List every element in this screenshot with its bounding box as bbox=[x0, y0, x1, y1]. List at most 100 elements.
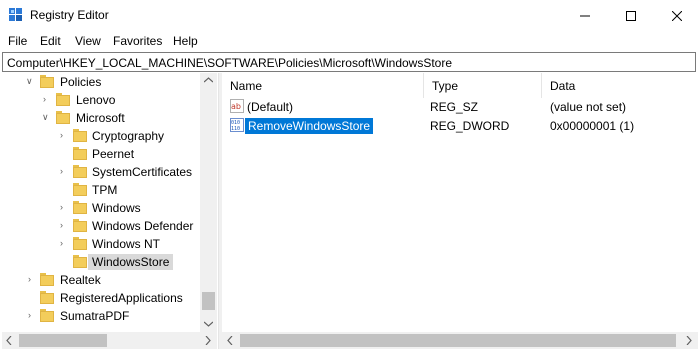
minimize-icon bbox=[580, 15, 590, 16]
folder-icon bbox=[73, 255, 87, 269]
column-label: Data bbox=[550, 79, 576, 93]
tree-item-microsoft[interactable]: ∨ Microsoft bbox=[2, 109, 202, 127]
value-name: (Default) bbox=[247, 100, 294, 114]
scrollbar-thumb[interactable] bbox=[19, 334, 107, 347]
tree-item-systemcertificates[interactable]: › SystemCertificates bbox=[2, 163, 202, 181]
tree-item-label: TPM bbox=[92, 183, 118, 197]
column-header-name[interactable]: Name bbox=[222, 73, 424, 98]
key-tree: ∨ Policies › Lenovo ∨ Microsoft › Crypto… bbox=[2, 73, 219, 349]
address-path: Computer\HKEY_LOCAL_MACHINE\SOFTWARE\Pol… bbox=[7, 56, 453, 70]
menu-file[interactable]: File bbox=[8, 34, 27, 48]
tree-item-windowsstore[interactable]: WindowsStore bbox=[2, 253, 202, 271]
value-type: REG_SZ bbox=[430, 100, 479, 114]
tree-item-label: Windows Defender bbox=[92, 219, 194, 233]
folder-icon bbox=[73, 219, 87, 233]
title-bar: Registry Editor bbox=[0, 0, 700, 31]
close-icon bbox=[672, 10, 682, 21]
tree-horizontal-scrollbar[interactable] bbox=[2, 332, 217, 349]
list-horizontal-scrollbar[interactable] bbox=[222, 332, 698, 349]
string-value-icon: ab bbox=[230, 99, 244, 113]
tree-item-peernet[interactable]: Peernet bbox=[2, 145, 202, 163]
tree-item-windows-nt[interactable]: › Windows NT bbox=[2, 235, 202, 253]
chevron-right-icon[interactable]: › bbox=[60, 130, 63, 140]
minimize-button[interactable] bbox=[562, 0, 608, 31]
folder-icon bbox=[40, 309, 54, 323]
column-label: Name bbox=[230, 79, 263, 93]
value-data: (value not set) bbox=[550, 100, 627, 114]
scroll-left-icon[interactable] bbox=[227, 336, 233, 345]
tree-item-registeredapplications[interactable]: RegisteredApplications bbox=[2, 289, 202, 307]
folder-icon bbox=[56, 93, 70, 107]
chevron-right-icon[interactable]: › bbox=[60, 220, 63, 230]
menu-edit[interactable]: Edit bbox=[40, 34, 61, 48]
folder-icon bbox=[73, 201, 87, 215]
tree-item-label: Peernet bbox=[92, 147, 135, 161]
tree-item-label: Policies bbox=[60, 75, 102, 89]
folder-icon bbox=[73, 183, 87, 197]
column-header-data[interactable]: Data bbox=[542, 73, 698, 98]
scroll-left-icon[interactable] bbox=[6, 336, 12, 345]
chevron-right-icon[interactable]: › bbox=[60, 202, 63, 212]
menu-help[interactable]: Help bbox=[173, 34, 198, 48]
folder-icon bbox=[73, 147, 87, 161]
window-title: Registry Editor bbox=[30, 8, 109, 22]
scrollbar-thumb[interactable] bbox=[202, 292, 215, 310]
tree-item-label: Cryptography bbox=[92, 129, 165, 143]
chevron-right-icon[interactable]: › bbox=[43, 94, 46, 104]
svg-text:110: 110 bbox=[231, 126, 240, 132]
scroll-up-icon[interactable] bbox=[204, 77, 213, 83]
value-row[interactable]: ab (Default) REG_SZ (value not set) bbox=[222, 98, 698, 116]
folder-icon bbox=[56, 111, 70, 125]
value-data: 0x00000001 (1) bbox=[550, 119, 635, 133]
value-name: RemoveWindowsStore bbox=[245, 118, 374, 134]
registry-editor-icon bbox=[9, 8, 22, 21]
menu-bar: File Edit View Favorites Help bbox=[0, 31, 700, 51]
tree-item-label: Lenovo bbox=[76, 93, 116, 107]
scroll-right-icon[interactable] bbox=[686, 336, 692, 345]
chevron-right-icon[interactable]: › bbox=[60, 238, 63, 248]
maximize-icon bbox=[626, 10, 636, 21]
value-row[interactable]: 010 110 RemoveWindowsStore REG_DWORD 0x0… bbox=[222, 117, 698, 135]
tree-item-label: SystemCertificates bbox=[92, 165, 193, 179]
folder-icon bbox=[40, 291, 54, 305]
tree-item-label: SumatraPDF bbox=[60, 309, 130, 323]
value-type: REG_DWORD bbox=[430, 119, 510, 133]
tree-item-realtek[interactable]: › Realtek bbox=[2, 271, 202, 289]
tree-item-tpm[interactable]: TPM bbox=[2, 181, 202, 199]
folder-icon bbox=[73, 129, 87, 143]
tree-item-lenovo[interactable]: › Lenovo bbox=[2, 91, 202, 109]
chevron-right-icon[interactable]: › bbox=[28, 310, 31, 320]
values-list: Name Type Data ab (Default) REG_SZ (valu… bbox=[222, 73, 698, 332]
binary-value-icon: 010 110 bbox=[230, 118, 244, 132]
menu-view[interactable]: View bbox=[75, 34, 101, 48]
folder-icon bbox=[40, 273, 54, 287]
tree-item-windows[interactable]: › Windows bbox=[2, 199, 202, 217]
menu-favorites[interactable]: Favorites bbox=[113, 34, 162, 48]
tree-item-sumatrapdf[interactable]: › SumatraPDF bbox=[2, 307, 202, 325]
chevron-down-icon[interactable]: ∨ bbox=[42, 112, 49, 123]
tree-item-label: Realtek bbox=[60, 273, 101, 287]
scroll-down-icon[interactable] bbox=[204, 321, 213, 327]
tree-item-cryptography[interactable]: › Cryptography bbox=[2, 127, 202, 145]
column-label: Type bbox=[432, 79, 459, 93]
tree-vertical-scrollbar[interactable] bbox=[200, 73, 217, 332]
scrollbar-thumb[interactable] bbox=[240, 334, 676, 347]
folder-icon bbox=[40, 75, 54, 89]
tree-item-label: Windows NT bbox=[92, 237, 161, 251]
tree-item-label: Windows bbox=[92, 201, 141, 215]
column-header-type[interactable]: Type bbox=[424, 73, 542, 98]
scroll-right-icon[interactable] bbox=[205, 336, 211, 345]
maximize-button[interactable] bbox=[608, 0, 654, 31]
tree-item-label: Microsoft bbox=[76, 111, 125, 125]
tree-item-label: RegisteredApplications bbox=[60, 291, 183, 305]
chevron-right-icon[interactable]: › bbox=[28, 274, 31, 284]
tree-item-windows-defender[interactable]: › Windows Defender bbox=[2, 217, 202, 235]
chevron-down-icon[interactable]: ∨ bbox=[26, 76, 33, 87]
tree-item-label: WindowsStore bbox=[88, 254, 174, 270]
close-button[interactable] bbox=[654, 0, 700, 31]
tree-item-policies[interactable]: ∨ Policies bbox=[2, 73, 202, 91]
chevron-right-icon[interactable]: › bbox=[60, 166, 63, 176]
address-bar[interactable]: Computer\HKEY_LOCAL_MACHINE\SOFTWARE\Pol… bbox=[2, 52, 696, 72]
svg-text:ab: ab bbox=[231, 102, 241, 111]
folder-icon bbox=[73, 237, 87, 251]
